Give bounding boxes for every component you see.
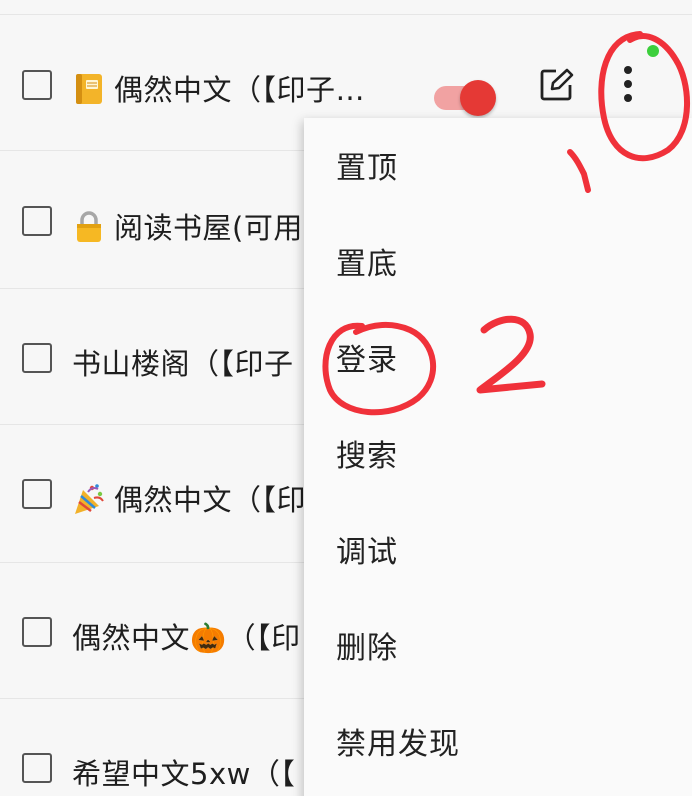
menu-item-pin-top[interactable]: 置顶: [336, 144, 398, 194]
book-source-screen: 偶然中文（【印子… 阅读书屋(可用 书山楼阁（【印子 偶然中文（【印 偶然中文🎃…: [0, 0, 692, 796]
select-checkbox[interactable]: [22, 70, 52, 100]
select-checkbox[interactable]: [22, 753, 52, 783]
more-options-menu: 置顶 置底 登录 搜索 调试 删除 禁用发现: [304, 118, 692, 796]
menu-item-pin-bottom[interactable]: 置底: [336, 240, 398, 290]
source-title: 偶然中文（【印: [72, 477, 306, 519]
select-checkbox[interactable]: [22, 617, 52, 647]
select-checkbox[interactable]: [22, 479, 52, 509]
source-title: 希望中文5xw（【: [72, 757, 296, 791]
menu-item-disable-discovery[interactable]: 禁用发现: [336, 720, 460, 770]
source-title: 偶然中文🎃（【印: [72, 621, 301, 655]
more-options-icon[interactable]: [618, 63, 638, 105]
edit-icon[interactable]: [538, 67, 574, 103]
source-title: 阅读书屋(可用: [72, 205, 303, 247]
menu-item-login[interactable]: 登录: [336, 336, 398, 386]
menu-item-search[interactable]: 搜索: [336, 432, 398, 482]
menu-item-delete[interactable]: 删除: [336, 624, 398, 674]
status-dot: [647, 45, 659, 57]
menu-item-debug[interactable]: 调试: [336, 528, 398, 578]
party-popper-icon: [75, 484, 104, 514]
source-title: 书山楼阁（【印子: [72, 347, 294, 381]
toggle-thumb: [460, 80, 496, 116]
notebook-icon: [76, 74, 102, 104]
select-checkbox[interactable]: [22, 206, 52, 236]
source-title: 偶然中文（【印子…: [72, 67, 365, 109]
select-checkbox[interactable]: [22, 343, 52, 373]
enable-toggle[interactable]: [434, 80, 498, 116]
lock-icon: [77, 211, 101, 242]
